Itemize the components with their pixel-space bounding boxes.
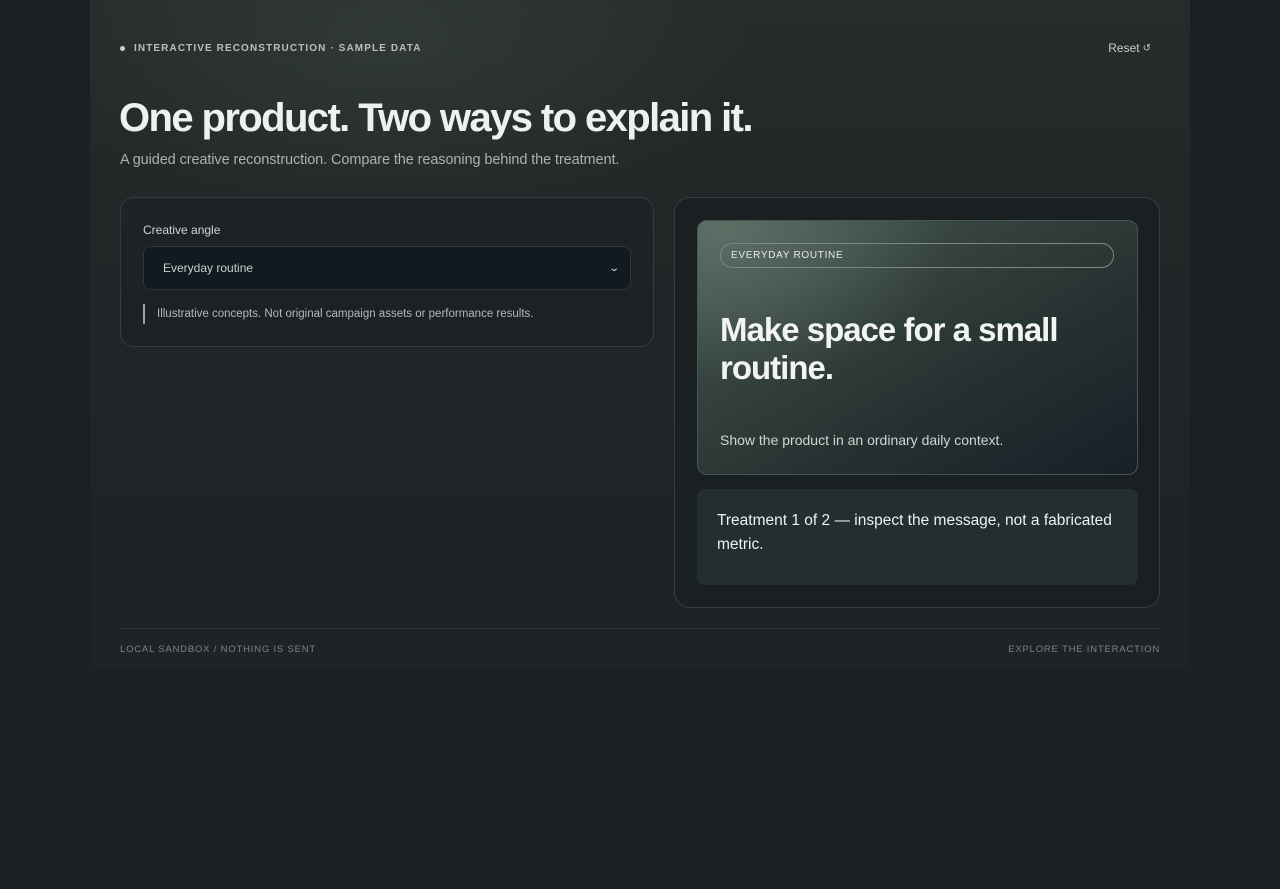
reset-label: Reset xyxy=(1108,41,1140,55)
footer-right-text: EXPLORE THE INTERACTION xyxy=(1008,644,1160,655)
concept-caption: Show the product in an ordinary daily co… xyxy=(720,432,1004,448)
treatment-note: Treatment 1 of 2 — inspect the message, … xyxy=(697,489,1138,585)
page-subtitle: A guided creative reconstruction. Compar… xyxy=(120,152,620,168)
concept-headline: Make space for a small routine. xyxy=(720,311,1059,386)
footer-divider xyxy=(120,628,1160,629)
top-bar: INTERACTIVE RECONSTRUCTION · SAMPLE DATA… xyxy=(120,40,1160,56)
preview-panel: EVERYDAY ROUTINE Make space for a small … xyxy=(674,197,1160,608)
select-value: Everyday routine xyxy=(163,261,254,275)
reset-icon: ↺ xyxy=(1142,42,1151,54)
disclaimer-note: Illustrative concepts. Not original camp… xyxy=(143,304,533,324)
concept-hero-card: EVERYDAY ROUTINE Make space for a small … xyxy=(697,220,1138,475)
concept-tag: EVERYDAY ROUTINE xyxy=(720,243,1114,268)
creative-angle-label: Creative angle xyxy=(143,223,221,237)
chevron-down-icon: ⌄ xyxy=(607,262,620,274)
eyebrow-label: INTERACTIVE RECONSTRUCTION · SAMPLE DATA xyxy=(134,42,422,54)
control-panel: Creative angle Everyday routine ⌄ Illust… xyxy=(120,197,654,347)
eyebrow: INTERACTIVE RECONSTRUCTION · SAMPLE DATA xyxy=(120,43,422,54)
page-title: One product. Two ways to explain it. xyxy=(119,96,753,140)
bullet-dot-icon xyxy=(120,45,125,51)
footer-left-text: LOCAL SANDBOX / NOTHING IS SENT xyxy=(120,644,317,655)
reset-button[interactable]: Reset ↺ xyxy=(1108,41,1151,55)
creative-angle-select[interactable]: Everyday routine ⌄ xyxy=(143,246,631,290)
